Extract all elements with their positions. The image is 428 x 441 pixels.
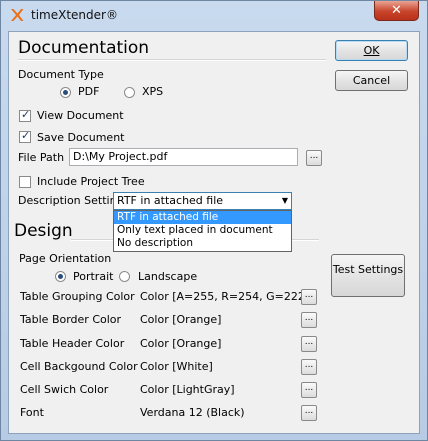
cell-background-color-value: Color [White] <box>140 360 213 373</box>
cell-switch-color-value: Color [LightGray] <box>140 383 235 396</box>
test-settings-button[interactable]: Test Settings <box>331 254 405 297</box>
timextender-logo-icon <box>11 9 24 21</box>
xps-radio-label[interactable]: XPS <box>142 85 163 98</box>
font-label: Font <box>20 406 44 419</box>
close-button[interactable]: ✕ <box>374 1 419 21</box>
page-orientation-label: Page Orientation <box>19 252 112 265</box>
xps-radio[interactable] <box>124 87 135 98</box>
pdf-radio-label[interactable]: PDF <box>78 85 99 98</box>
description-setting-label: Description Setting <box>18 194 124 207</box>
table-border-color-label: Table Border Color <box>20 313 122 326</box>
file-path-label: File Path <box>18 151 65 164</box>
window-title: timeXtender® <box>31 8 118 22</box>
dropdown-option[interactable]: RTF in attached file <box>114 211 291 224</box>
save-document-checkbox[interactable] <box>19 129 31 143</box>
include-project-tree-label[interactable]: Include Project Tree <box>37 175 145 188</box>
description-setting-dropdown: RTF in attached file Only text placed in… <box>113 210 292 252</box>
table-header-color-label: Table Header Color <box>20 337 125 350</box>
dropdown-option[interactable]: Only text placed in document <box>114 224 291 237</box>
table-border-color-value: Color [Orange] <box>140 313 222 326</box>
pdf-radio[interactable] <box>60 87 71 98</box>
dialog-window: timeXtender® ✕ Documentation OK Cancel D… <box>0 0 428 441</box>
design-heading: Design <box>14 221 73 241</box>
cell-switch-color-label: Cell Swich Color <box>20 383 109 396</box>
documentation-heading: Documentation <box>18 38 150 58</box>
dialog-body: Documentation OK Cancel Document Type PD… <box>8 31 420 434</box>
title-bar[interactable]: timeXtender® ✕ <box>1 1 427 29</box>
cell-background-color-label: Cell Backgound Color <box>20 360 138 373</box>
view-document-label[interactable]: View Document <box>37 109 124 122</box>
cancel-button-label: Cancel <box>352 74 391 87</box>
portrait-radio-label[interactable]: Portrait <box>73 270 113 283</box>
portrait-radio[interactable] <box>55 271 66 282</box>
test-settings-label: Test Settings <box>332 263 404 276</box>
cancel-button[interactable]: Cancel <box>335 70 408 91</box>
documentation-divider <box>18 59 326 61</box>
description-setting-select[interactable]: RTF in attached file ▼ <box>113 192 292 210</box>
dropdown-option[interactable]: No description <box>114 237 291 250</box>
font-button[interactable]: ... <box>301 405 317 421</box>
landscape-radio[interactable] <box>119 271 130 282</box>
browse-file-button[interactable]: ... <box>306 150 322 166</box>
file-path-input[interactable]: D:\My Project.pdf <box>69 148 298 166</box>
chevron-down-icon: ▼ <box>281 196 288 205</box>
cell-switch-color-button[interactable]: ... <box>301 382 317 398</box>
table-grouping-color-label: Table Grouping Color <box>20 290 135 303</box>
landscape-radio-label[interactable]: Landscape <box>138 270 197 283</box>
save-document-label[interactable]: Save Document <box>37 131 124 144</box>
table-header-color-value: Color [Orange] <box>140 337 222 350</box>
ok-button[interactable]: OK <box>335 40 408 61</box>
font-value: Verdana 12 (Black) <box>140 406 245 419</box>
include-project-tree-checkbox[interactable] <box>19 176 31 188</box>
cell-background-color-button[interactable]: ... <box>301 359 317 375</box>
table-header-color-button[interactable]: ... <box>301 336 317 352</box>
table-grouping-color-value: Color [A=255, R=254, G=222, <box>140 290 309 303</box>
table-border-color-button[interactable]: ... <box>301 312 317 328</box>
view-document-checkbox[interactable] <box>19 108 31 122</box>
document-type-label: Document Type <box>18 68 104 81</box>
description-setting-value: RTF in attached file <box>117 194 224 207</box>
ok-button-label: OK <box>363 44 380 57</box>
table-grouping-color-button[interactable]: ... <box>301 289 317 305</box>
